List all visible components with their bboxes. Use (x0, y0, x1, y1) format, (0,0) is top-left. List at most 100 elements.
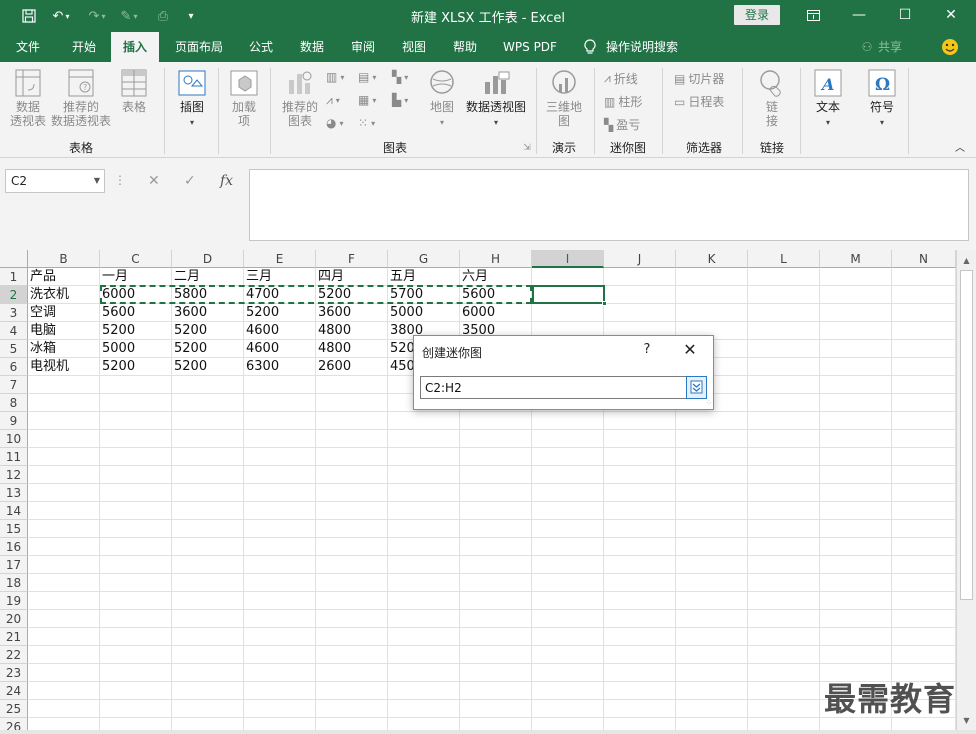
charts-dialog-launcher-icon[interactable]: ⇲ (520, 141, 534, 155)
cell-B1[interactable]: 产品 (28, 268, 100, 286)
row-header-15[interactable]: 15 (0, 520, 28, 538)
row-header-18[interactable]: 18 (0, 574, 28, 592)
smiley-feedback-icon[interactable] (938, 32, 962, 62)
cell-D5[interactable]: 5200 (172, 340, 244, 358)
timeline-button[interactable]: ▭ 日程表 (674, 93, 724, 110)
hierarchy-chart-button[interactable]: ▤ ▾ (358, 70, 376, 84)
format-painter-icon[interactable]: ✎ ▾ (116, 6, 142, 26)
row-header-8[interactable]: 8 (0, 394, 28, 412)
scatter-chart-button[interactable]: ⁙ ▾ (358, 116, 375, 130)
row-header-6[interactable]: 6 (0, 358, 28, 376)
fill-handle[interactable] (602, 301, 607, 306)
scroll-down-icon[interactable]: ▼ (957, 712, 976, 729)
column-header-C[interactable]: C (100, 250, 172, 268)
cell-B4[interactable]: 电脑 (28, 322, 100, 340)
recommended-pivot-button[interactable]: ? 推荐的 数据透视表 (50, 68, 112, 128)
maximize-icon[interactable]: ☐ (882, 0, 928, 30)
text-button[interactable]: A 文本 ▾ (808, 68, 848, 130)
row-header-19[interactable]: 19 (0, 592, 28, 610)
cell-D2[interactable]: 5800 (172, 286, 244, 304)
column-header-I[interactable]: I (532, 250, 604, 268)
collapse-ribbon-icon[interactable]: ︿ (952, 142, 968, 156)
column-header-B[interactable]: B (28, 250, 100, 268)
tab-formulas[interactable]: 公式 (240, 32, 282, 62)
cell-C1[interactable]: 一月 (100, 268, 172, 286)
cell-D1[interactable]: 二月 (172, 268, 244, 286)
minimize-icon[interactable]: — (836, 0, 882, 30)
tab-file[interactable]: 文件 (6, 32, 50, 62)
row-header-2[interactable]: 2 (0, 286, 28, 304)
row-header-13[interactable]: 13 (0, 484, 28, 502)
cell-E5[interactable]: 4600 (244, 340, 316, 358)
login-button[interactable]: 登录 (734, 5, 780, 25)
column-header-L[interactable]: L (748, 250, 820, 268)
column-header-K[interactable]: K (676, 250, 748, 268)
lightbulb-icon[interactable] (580, 32, 600, 62)
customize-qat-icon[interactable]: ▾ (184, 6, 198, 26)
row-header-3[interactable]: 3 (0, 304, 28, 322)
insert-function-icon[interactable]: fx (220, 173, 233, 189)
name-box-dropdown-icon[interactable]: ▼ (94, 170, 100, 192)
confirm-entry-icon[interactable]: ✓ (184, 173, 196, 189)
symbol-button[interactable]: Ω 符号 ▾ (862, 68, 902, 130)
cell-G2[interactable]: 5700 (388, 286, 460, 304)
share-button[interactable]: 共享 (878, 32, 908, 62)
illustrations-button[interactable]: 插图 ▾ (172, 68, 212, 130)
expand-dialog-icon[interactable] (686, 376, 707, 399)
tab-help[interactable]: 帮助 (444, 32, 486, 62)
cell-C6[interactable]: 5200 (100, 358, 172, 376)
active-cell-I2[interactable] (532, 285, 605, 304)
pie-chart-button[interactable]: ◕ ▾ (326, 116, 344, 130)
map-3d-button[interactable]: 三维地 图 (544, 68, 584, 128)
maps-button[interactable]: 地图 ▾ (426, 68, 458, 130)
sparkline-line-button[interactable]: ⩘ 折线 (604, 70, 638, 87)
cell-G1[interactable]: 五月 (388, 268, 460, 286)
cell-H1[interactable]: 六月 (460, 268, 532, 286)
print-preview-icon[interactable]: ⎙ (152, 6, 174, 26)
cell-E6[interactable]: 6300 (244, 358, 316, 376)
pivot-chart-button[interactable]: 数据透视图 ▾ (462, 68, 530, 130)
close-window-icon[interactable]: ✕ (928, 0, 974, 30)
row-header-12[interactable]: 12 (0, 466, 28, 484)
row-header-16[interactable]: 16 (0, 538, 28, 556)
row-header-22[interactable]: 22 (0, 646, 28, 664)
cell-D4[interactable]: 5200 (172, 322, 244, 340)
combo-chart-button[interactable]: ▙ ▾ (392, 93, 408, 107)
row-header-11[interactable]: 11 (0, 448, 28, 466)
row-header-9[interactable]: 9 (0, 412, 28, 430)
row-header-17[interactable]: 17 (0, 556, 28, 574)
row-header-25[interactable]: 25 (0, 700, 28, 718)
cell-C2[interactable]: 6000 (100, 286, 172, 304)
column-header-N[interactable]: N (892, 250, 956, 268)
column-header-F[interactable]: F (316, 250, 388, 268)
sparkline-column-button[interactable]: ▥ 柱形 (604, 93, 642, 110)
column-chart-button[interactable]: ▥ ▾ (326, 70, 344, 84)
cell-G3[interactable]: 5000 (388, 304, 460, 322)
cell-H3[interactable]: 6000 (460, 304, 532, 322)
row-header-10[interactable]: 10 (0, 430, 28, 448)
slicer-button[interactable]: ▤ 切片器 (674, 70, 724, 87)
cell-F1[interactable]: 四月 (316, 268, 388, 286)
tab-review[interactable]: 审阅 (342, 32, 384, 62)
cell-D6[interactable]: 5200 (172, 358, 244, 376)
recommended-charts-button[interactable]: 推荐的 图表 (278, 68, 322, 128)
row-header-14[interactable]: 14 (0, 502, 28, 520)
redo-icon[interactable]: ↷ ▾ (84, 6, 110, 26)
statistic-chart-button[interactable]: ▦ ▾ (358, 93, 376, 107)
undo-icon[interactable]: ↶ ▾ (48, 6, 74, 26)
tab-page-layout[interactable]: 页面布局 (168, 32, 230, 62)
tab-home[interactable]: 开始 (62, 32, 106, 62)
cell-B2[interactable]: 洗衣机 (28, 286, 100, 304)
cell-B5[interactable]: 冰箱 (28, 340, 100, 358)
dialog-resize-grip[interactable]: ⁘ (706, 399, 712, 407)
cell-F5[interactable]: 4800 (316, 340, 388, 358)
select-all-corner[interactable] (0, 250, 28, 268)
ribbon-display-icon[interactable] (790, 0, 836, 30)
cell-F3[interactable]: 3600 (316, 304, 388, 322)
dialog-help-button[interactable]: ? (640, 340, 654, 360)
cancel-entry-icon[interactable]: ✕ (148, 173, 160, 189)
scrollbar-thumb[interactable] (960, 270, 973, 600)
formula-input[interactable] (249, 169, 969, 241)
column-header-M[interactable]: M (820, 250, 892, 268)
link-button[interactable]: 链 接 (752, 68, 792, 128)
